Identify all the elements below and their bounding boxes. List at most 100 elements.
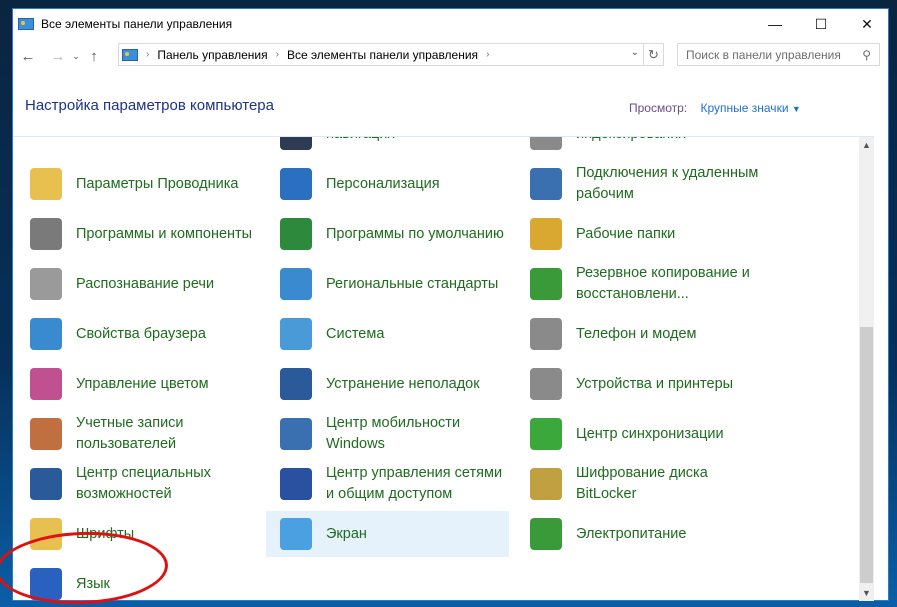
- item-icon: [530, 268, 562, 300]
- breadcrumb-item[interactable]: Панель управления: [157, 48, 267, 62]
- item-label: Управление цветом: [76, 375, 209, 392]
- control-panel-item[interactable]: Телефон и модем: [516, 311, 759, 357]
- item-icon: [530, 418, 562, 450]
- control-panel-item[interactable]: индексирования: [516, 137, 759, 157]
- item-label: Подключения к удаленным рабочим: [576, 165, 759, 202]
- control-panel-item[interactable]: Рабочие папки: [516, 211, 759, 257]
- control-panel-item[interactable]: Экран: [266, 511, 509, 557]
- title-bar: Все элементы панели управления — ☐ ✕: [13, 9, 888, 39]
- item-label: навигация: [326, 137, 395, 145]
- item-label: Устройства и принтеры: [576, 375, 734, 392]
- item-icon: [280, 168, 312, 200]
- back-arrow-icon[interactable]: ←: [17, 48, 39, 65]
- item-icon: [530, 468, 562, 500]
- control-panel-item[interactable]: Управление цветом: [16, 361, 259, 407]
- control-panel-item[interactable]: Электропитание: [516, 511, 759, 557]
- navigation-bar: ← → ⌄ ↑ › Панель управления › Все элемен…: [13, 39, 888, 73]
- scroll-down-icon[interactable]: ▼: [859, 588, 874, 598]
- address-icon: [122, 48, 138, 61]
- breadcrumb-separator: ›: [146, 49, 150, 60]
- item-label: Электропитание: [576, 525, 687, 542]
- breadcrumb-separator: ›: [275, 49, 279, 60]
- item-label: Распознавание речи: [76, 275, 215, 292]
- search-icon[interactable]: ⚲: [862, 48, 871, 62]
- page-title: Настройка параметров компьютера: [25, 97, 274, 114]
- window-title: Все элементы панели управления: [41, 17, 233, 31]
- item-label: Программы и компоненты: [76, 225, 253, 242]
- control-panel-item[interactable]: Устройства и принтеры: [516, 361, 759, 407]
- control-panel-item[interactable]: Свойства браузера: [16, 311, 259, 357]
- item-icon: [30, 318, 62, 350]
- control-panel-window: Все элементы панели управления — ☐ ✕ ← →…: [12, 8, 889, 601]
- control-panel-item[interactable]: Региональные стандарты: [266, 261, 509, 307]
- maximize-button[interactable]: ☐: [798, 9, 844, 39]
- item-label: Рабочие папки: [576, 225, 676, 242]
- item-icon: [30, 368, 62, 400]
- control-panel-item[interactable]: Центр мобильности Windows: [266, 411, 509, 457]
- control-panel-item[interactable]: Учетные записи пользователей: [16, 411, 259, 457]
- item-icon: [280, 518, 312, 550]
- item-label: Экран: [326, 525, 367, 542]
- search-input[interactable]: Поиск в панели управления ⚲: [677, 43, 880, 66]
- item-icon: [280, 468, 312, 500]
- item-icon: [280, 318, 312, 350]
- item-icon: [280, 268, 312, 300]
- view-dropdown[interactable]: Крупные значки: [700, 101, 788, 115]
- breadcrumb-item[interactable]: Все элементы панели управления: [287, 48, 478, 62]
- item-icon: [530, 518, 562, 550]
- address-bar[interactable]: › Панель управления › Все элементы панел…: [118, 43, 664, 66]
- vertical-scrollbar[interactable]: ▲ ▼: [859, 137, 874, 601]
- control-panel-item[interactable]: Система: [266, 311, 509, 357]
- up-arrow-icon[interactable]: ↑: [83, 48, 105, 65]
- control-panel-item[interactable]: Параметры Проводника: [16, 161, 259, 207]
- control-panel-item[interactable]: Резервное копирование и восстановлени...: [516, 261, 759, 307]
- item-label: Параметры Проводника: [76, 175, 239, 192]
- minimize-button[interactable]: —: [752, 9, 798, 39]
- item-label: Центр специальных возможностей: [76, 465, 211, 502]
- search-placeholder: Поиск в панели управления: [686, 48, 841, 62]
- item-label: Резервное копирование и восстановлени...: [576, 265, 750, 302]
- item-label: Система: [326, 325, 385, 342]
- control-panel-item[interactable]: Устранение неполадок: [266, 361, 509, 407]
- recent-chevron-icon[interactable]: ⌄: [69, 51, 83, 62]
- control-panel-item[interactable]: Центр управления сетями и общим доступом: [266, 461, 509, 507]
- item-icon: [30, 418, 62, 450]
- item-icon: [530, 168, 562, 200]
- item-icon: [280, 218, 312, 250]
- item-icon: [530, 137, 562, 150]
- item-icon: [280, 368, 312, 400]
- scrollbar-thumb[interactable]: [860, 327, 873, 583]
- item-icon: [30, 168, 62, 200]
- control-panel-item[interactable]: Распознавание речи: [16, 261, 259, 307]
- view-selector: Просмотр: Крупные значки ▼: [629, 101, 801, 115]
- breadcrumb-separator: ›: [486, 49, 490, 60]
- item-icon: [280, 137, 312, 150]
- item-icon: [530, 368, 562, 400]
- item-icon: [30, 268, 62, 300]
- control-panel-item[interactable]: Подключения к удаленным рабочим: [516, 161, 759, 207]
- control-panel-item[interactable]: навигация: [266, 137, 509, 157]
- item-icon: [30, 468, 62, 500]
- control-panel-item[interactable]: Персонализация: [266, 161, 509, 207]
- item-label: Свойства браузера: [76, 325, 206, 342]
- item-label: Шифрование диска BitLocker: [576, 465, 708, 502]
- item-icon: [30, 218, 62, 250]
- control-panel-item[interactable]: Центр специальных возможностей: [16, 461, 259, 507]
- scroll-up-icon[interactable]: ▲: [859, 140, 874, 150]
- item-label: Региональные стандарты: [326, 275, 499, 292]
- address-dropdown-icon[interactable]: ⌄: [631, 47, 639, 58]
- control-panel-item[interactable]: Центр синхронизации: [516, 411, 759, 457]
- close-button[interactable]: ✕: [844, 9, 890, 39]
- control-panel-item[interactable]: Шифрование диска BitLocker: [516, 461, 759, 507]
- item-label: индексирования: [576, 137, 686, 145]
- item-label: Центр управления сетями и общим доступом: [326, 465, 503, 502]
- item-label: Персонализация: [326, 175, 440, 192]
- control-panel-item[interactable]: Программы по умолчанию: [266, 211, 509, 257]
- refresh-icon[interactable]: ↻: [643, 44, 663, 65]
- item-label: Центр мобильности Windows: [326, 415, 461, 452]
- control-panel-item[interactable]: Программы и компоненты: [16, 211, 259, 257]
- item-label: Телефон и модем: [576, 325, 697, 342]
- item-label: Программы по умолчанию: [326, 225, 504, 242]
- forward-arrow-icon[interactable]: →: [47, 48, 69, 65]
- dropdown-arrow-icon[interactable]: ▼: [792, 104, 801, 114]
